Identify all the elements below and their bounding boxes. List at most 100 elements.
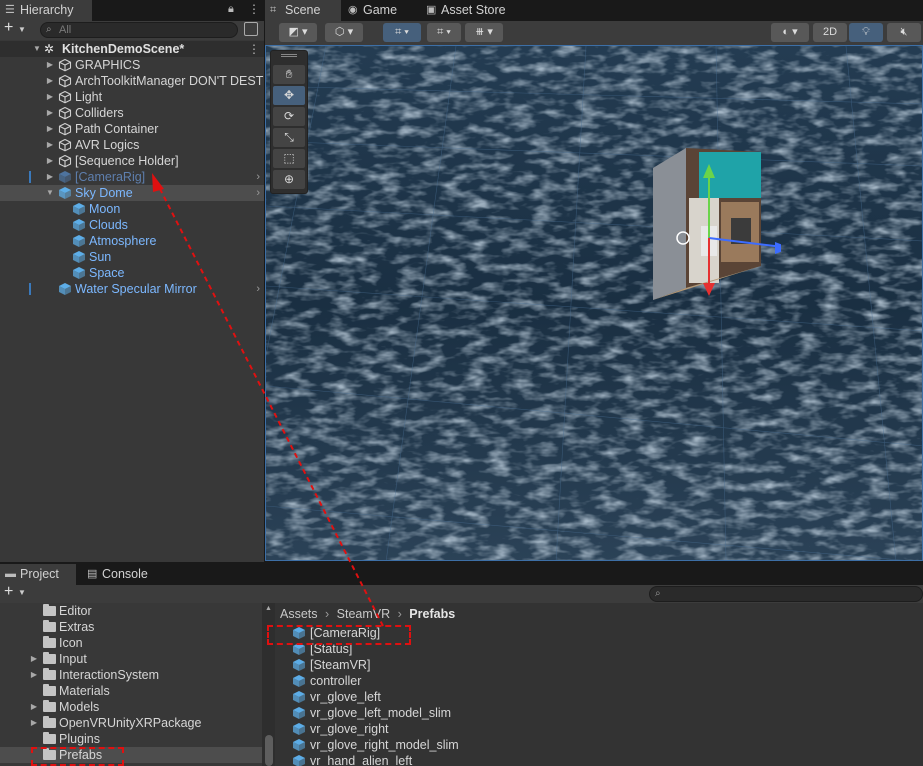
expand-arrow-icon[interactable]: ▶ xyxy=(29,667,39,683)
expand-arrow-icon[interactable]: ▶ xyxy=(45,89,55,105)
audio-toggle[interactable]: 🔇︎ xyxy=(887,23,921,42)
hierarchy-item-colliders[interactable]: ▶ Colliders xyxy=(0,105,264,121)
asset-label: controller xyxy=(310,674,362,688)
hierarchy-item-sequence-holder[interactable]: ▶ [Sequence Holder] xyxy=(0,153,264,169)
palette-handle[interactable] xyxy=(281,54,297,57)
scrollbar-thumb[interactable] xyxy=(265,735,273,766)
move-tool-icon[interactable]: ✥ xyxy=(273,86,305,105)
folder-icon xyxy=(43,700,56,712)
rect-tool-icon[interactable]: ⬚ xyxy=(273,149,305,168)
folder-item-interactionsystem[interactable]: ▶ InteractionSystem xyxy=(0,667,262,683)
increment-snap-dropdown[interactable]: ⧻ ▾ xyxy=(465,23,503,42)
asset-label: vr_hand_alien_left xyxy=(310,754,413,766)
asset-item-vr-glove-right[interactable]: vr_glove_right xyxy=(275,721,923,737)
render-mode-dropdown[interactable]: ⬡ ▾ xyxy=(325,23,363,42)
folder-label: Input xyxy=(59,652,87,666)
hierarchy-item-moon[interactable]: Moon xyxy=(0,201,264,217)
open-prefab-chevron-icon[interactable]: › xyxy=(256,281,260,297)
scale-tool-icon[interactable]: ⤡ xyxy=(273,128,305,147)
hierarchy-item-label: AVR Logics xyxy=(75,138,140,152)
expand-arrow-icon[interactable]: ▶ xyxy=(29,651,39,667)
shading-dropdown[interactable]: ◐ ▾ xyxy=(771,23,809,42)
hierarchy-item-graphics[interactable]: ▶ GRAPHICS xyxy=(0,57,264,73)
create-dropdown-icon[interactable]: ▼ xyxy=(18,588,26,597)
expand-arrow-icon[interactable]: ▶ xyxy=(45,73,55,89)
open-prefab-chevron-icon[interactable]: › xyxy=(256,185,260,201)
scene-menu-icon[interactable]: ⋮ xyxy=(248,41,260,57)
expand-arrow-icon[interactable]: ▶ xyxy=(45,153,55,169)
tab-project[interactable]: ▬ Project xyxy=(0,564,76,585)
hierarchy-item-avr-logics[interactable]: ▶ AVR Logics xyxy=(0,137,264,153)
expand-arrow-icon[interactable]: ▶ xyxy=(45,121,55,137)
lock-icon[interactable]: 🔒︎ xyxy=(228,3,234,16)
hierarchy-search-input[interactable]: ⌕ All xyxy=(40,22,238,38)
asset-item-steamvr[interactable]: [SteamVR] xyxy=(275,657,923,673)
hierarchy-item-sun[interactable]: Sun xyxy=(0,249,264,265)
more-options-icon[interactable]: ⋮ xyxy=(248,2,260,16)
add-button[interactable]: + xyxy=(4,19,13,37)
lighting-toggle[interactable]: 💡︎ xyxy=(849,23,883,42)
asset-item-vr-glove-right-model-slim[interactable]: vr_glove_right_model_slim xyxy=(275,737,923,753)
open-prefab-chevron-icon[interactable]: › xyxy=(256,169,260,185)
create-button[interactable]: + xyxy=(4,583,13,601)
tab-console[interactable]: ▤ Console xyxy=(82,564,162,585)
folder-item-extras[interactable]: Extras xyxy=(0,619,262,635)
tab-asset-store[interactable]: ▣ Asset Store xyxy=(421,0,541,21)
breadcrumb-assets[interactable]: Assets xyxy=(280,607,318,621)
scene-row[interactable]: ▼ ✲ KitchenDemoScene* ⋮ xyxy=(0,41,264,57)
folder-item-icon[interactable]: Icon xyxy=(0,635,262,651)
expand-arrow-icon[interactable]: ▶ xyxy=(45,137,55,153)
hierarchy-item-atmosphere[interactable]: Atmosphere xyxy=(0,233,264,249)
scroll-up-icon[interactable]: ▲ xyxy=(265,605,272,612)
project-search-input[interactable]: ⌕ xyxy=(649,586,923,602)
hierarchy-item-space[interactable]: Space xyxy=(0,265,264,281)
collapse-arrow-icon[interactable]: ▼ xyxy=(32,41,42,57)
draw-mode-dropdown[interactable]: ◩ ▾ xyxy=(279,23,317,42)
breadcrumb-prefabs[interactable]: Prefabs xyxy=(409,607,455,621)
tab-game[interactable]: ◉ Game xyxy=(343,0,419,21)
asset-item-vr-hand-alien-left[interactable]: vr_hand_alien_left xyxy=(275,753,923,766)
hierarchy-item-light[interactable]: ▶ Light xyxy=(0,89,264,105)
tab-hierarchy[interactable]: ☰ Hierarchy xyxy=(0,0,92,21)
transform-gizmo[interactable] xyxy=(641,138,781,308)
search-options-icon[interactable] xyxy=(244,22,258,36)
expand-arrow-icon[interactable]: ▶ xyxy=(45,169,55,185)
expand-arrow-icon[interactable]: ▶ xyxy=(45,57,55,73)
expand-arrow-icon[interactable]: ▶ xyxy=(29,699,39,715)
folder-icon xyxy=(43,684,56,696)
asset-item-vr-glove-left-model-slim[interactable]: vr_glove_left_model_slim xyxy=(275,705,923,721)
transform-tool-icon[interactable]: ⊕ xyxy=(273,170,305,189)
toggle-2d-button[interactable]: 2D xyxy=(813,23,847,42)
hierarchy-item-clouds[interactable]: Clouds xyxy=(0,217,264,233)
folder-item-input[interactable]: ▶ Input xyxy=(0,651,262,667)
grid-snap-toggle[interactable]: ⌗ ▾ xyxy=(383,23,421,42)
asset-item-vr-glove-left[interactable]: vr_glove_left xyxy=(275,689,923,705)
folder-icon xyxy=(43,604,56,616)
hierarchy-panel: ▼ ✲ KitchenDemoScene* ⋮ ▶ GRAPHICS ▶ ArchTo… xyxy=(0,40,264,562)
snap-settings-dropdown[interactable]: ⌗ ▾ xyxy=(427,23,461,42)
folder-label: Editor xyxy=(59,604,92,618)
breadcrumb-steamvr[interactable]: SteamVR xyxy=(337,607,391,621)
folder-item-models[interactable]: ▶ Models xyxy=(0,699,262,715)
dropdown-arrow-icon[interactable]: ▼ xyxy=(18,25,26,34)
rotate-tool-icon[interactable]: ⟳ xyxy=(273,107,305,126)
folder-item-materials[interactable]: Materials xyxy=(0,683,262,699)
folder-icon: ▬ xyxy=(5,568,16,580)
folder-item-plugins[interactable]: Plugins xyxy=(0,731,262,747)
hierarchy-item-camerarig[interactable]: ▶ [CameraRig] › xyxy=(0,169,264,185)
asset-item-controller[interactable]: controller xyxy=(275,673,923,689)
hierarchy-item-sky-dome[interactable]: ▼ Sky Dome › xyxy=(0,185,264,201)
tab-label: Scene xyxy=(285,3,321,17)
folder-item-editor[interactable]: Editor xyxy=(0,603,262,619)
tab-scene[interactable]: ⌗ Scene xyxy=(265,0,341,21)
collapse-arrow-icon[interactable]: ▼ xyxy=(45,185,55,201)
scene-viewport[interactable]: ✋︎ ✥ ⟳ ⤡ ⬚ ⊕ xyxy=(265,45,923,561)
expand-arrow-icon[interactable]: ▶ xyxy=(45,105,55,121)
hierarchy-item-water-specular-mirror[interactable]: Water Specular Mirror › xyxy=(0,281,264,297)
search-icon: ⌕ xyxy=(46,24,52,35)
folder-item-openvrunityxrpackage[interactable]: ▶ OpenVRUnityXRPackage xyxy=(0,715,262,731)
hand-tool-icon[interactable]: ✋︎ xyxy=(273,65,305,84)
expand-arrow-icon[interactable]: ▶ xyxy=(29,715,39,731)
hierarchy-item-archtoolkitmanager-don-t-dest[interactable]: ▶ ArchToolkitManager DON'T DEST xyxy=(0,73,264,89)
hierarchy-item-path-container[interactable]: ▶ Path Container xyxy=(0,121,264,137)
